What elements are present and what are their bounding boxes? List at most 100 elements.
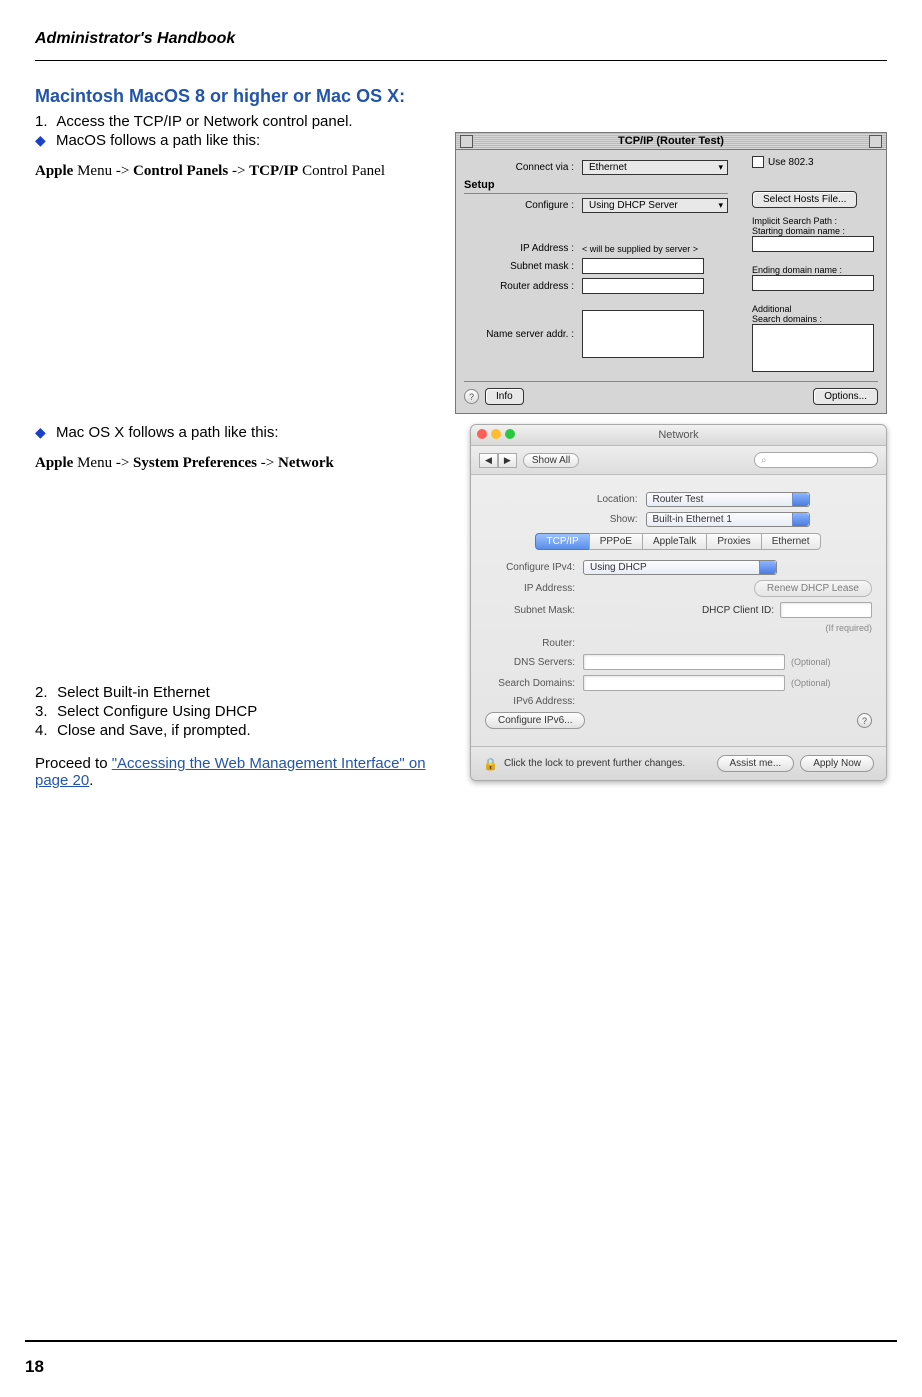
osx-required-note: (If required) (825, 623, 872, 633)
header-rule (35, 60, 887, 61)
macos-path-tcpip: TCP/IP (249, 163, 298, 179)
tab-ethernet[interactable]: Ethernet (761, 533, 821, 550)
mac9-searchdomains-input[interactable] (752, 324, 874, 372)
mac9-router-input[interactable] (582, 278, 704, 294)
osx-path-apple: Apple (35, 455, 73, 471)
mac9-starting-label: Starting domain name : (752, 226, 878, 236)
lock-icon[interactable]: 🔒 (483, 757, 498, 771)
mac9-starting-input[interactable] (752, 236, 874, 252)
mac9-window: TCP/IP (Router Test) Connect via : Ether… (455, 132, 887, 414)
osx-path: Apple Menu -> System Preferences -> Netw… (35, 455, 456, 472)
mac9-use-8023-label: Use 802.3 (768, 157, 814, 168)
osx-apply-button[interactable]: Apply Now (800, 755, 874, 772)
osx-titlebar[interactable]: Network (471, 425, 886, 446)
osx-ipv6-label: IPv6 Address: (485, 696, 583, 707)
back-icon[interactable]: ◀ (479, 453, 498, 468)
tab-pppoe[interactable]: PPPoE (589, 533, 643, 550)
osx-search-input[interactable] (583, 675, 785, 691)
step-1-num: 1. (35, 113, 53, 130)
mac9-close-icon[interactable] (460, 135, 473, 148)
osx-search-field[interactable]: ⌕ (754, 452, 878, 468)
macos-bullet-text: MacOS follows a path like this: (56, 132, 260, 149)
mac9-select-hosts-button[interactable]: Select Hosts File... (752, 191, 857, 208)
osx-assist-button[interactable]: Assist me... (717, 755, 795, 772)
mac9-connect-via-select[interactable]: Ethernet (582, 160, 728, 175)
osx-dns-input[interactable] (583, 654, 785, 670)
mac9-ending-input[interactable] (752, 275, 874, 291)
mac9-subnet-input[interactable] (582, 258, 704, 274)
proceed-post: . (89, 772, 93, 789)
mac9-connect-via-label: Connect via : (464, 162, 582, 173)
osx-search-optional: (Optional) (791, 678, 831, 688)
minimize-icon[interactable] (491, 429, 501, 439)
osx-clientid-input[interactable] (780, 602, 872, 618)
osx-clientid-label: DHCP Client ID: (702, 605, 774, 616)
osx-location-popup[interactable]: Router Test (646, 492, 810, 507)
macos-path-sep1: Menu -> (73, 163, 133, 179)
mac9-use-8023-checkbox[interactable]: Use 802.3 (752, 156, 814, 168)
macos-path: Apple Menu -> Control Panels -> TCP/IP C… (35, 163, 441, 180)
mac9-additional-label: Additional (752, 304, 878, 314)
osx-dns-label: DNS Servers: (485, 657, 583, 668)
osx-bullet-text: Mac OS X follows a path like this: (56, 424, 279, 441)
osx-path-sep2: -> (257, 455, 278, 471)
osx-path-sp: System Preferences (133, 455, 257, 471)
osx-ip-label: IP Address: (485, 583, 583, 594)
step-1: 1. Access the TCP/IP or Network control … (35, 113, 887, 130)
osx-tab-bar: TCP/IP PPPoE AppleTalk Proxies Ethernet (485, 533, 872, 550)
mac9-ip-label: IP Address : (464, 243, 582, 254)
proceed-paragraph: Proceed to "Accessing the Web Management… (35, 755, 456, 789)
osx-search-label: Search Domains: (485, 678, 583, 689)
step-2: 2. Select Built-in Ethernet (35, 684, 456, 701)
mac9-zoom-icon[interactable] (869, 135, 882, 148)
osx-configure-ipv6-button[interactable]: Configure IPv6... (485, 712, 585, 729)
proceed-pre: Proceed to (35, 755, 112, 772)
macos-path-apple: Apple (35, 163, 73, 179)
osx-show-label: Show: (548, 514, 646, 525)
tab-proxies[interactable]: Proxies (706, 533, 761, 550)
search-icon: ⌕ (761, 455, 767, 466)
osx-help-icon[interactable]: ? (857, 713, 872, 728)
osx-show-popup[interactable]: Built-in Ethernet 1 (646, 512, 810, 527)
section-heading: Macintosh MacOS 8 or higher or Mac OS X: (35, 86, 887, 107)
mac9-ending-label: Ending domain name : (752, 265, 878, 275)
osx-subnet-label: Subnet Mask: (485, 605, 583, 616)
mac9-configure-label: Configure : (464, 200, 582, 211)
forward-icon[interactable]: ▶ (498, 453, 517, 468)
osx-traffic-lights[interactable] (477, 429, 515, 439)
page-number: 18 (25, 1357, 44, 1377)
tab-appletalk[interactable]: AppleTalk (642, 533, 707, 550)
osx-cfg4-label: Configure IPv4: (485, 562, 583, 573)
mac9-info-button[interactable]: Info (485, 388, 524, 405)
step-3-text: Select Configure Using DHCP (57, 703, 257, 720)
mac9-options-button[interactable]: Options... (813, 388, 878, 405)
osx-location-label: Location: (548, 494, 646, 505)
step-3-num: 3. (35, 703, 53, 720)
osx-cfg4-popup[interactable]: Using DHCP (583, 560, 777, 575)
mac9-implicit-label: Implicit Search Path : (752, 216, 878, 226)
mac9-configure-select[interactable]: Using DHCP Server (582, 198, 728, 213)
mac9-ip-value: < will be supplied by server > (582, 244, 698, 254)
mac9-help-icon[interactable]: ? (464, 389, 479, 404)
tab-tcpip[interactable]: TCP/IP (535, 533, 589, 550)
osx-renew-lease-button[interactable]: Renew DHCP Lease (754, 580, 872, 597)
close-icon[interactable] (477, 429, 487, 439)
step-4-num: 4. (35, 722, 53, 739)
mac9-titlebar[interactable]: TCP/IP (Router Test) (456, 133, 886, 150)
mac9-subnet-label: Subnet mask : (464, 261, 582, 272)
step-3: 3. Select Configure Using DHCP (35, 703, 456, 720)
osx-show-all-button[interactable]: Show All (523, 453, 579, 468)
step-1-text: Access the TCP/IP or Network control pan… (56, 113, 352, 130)
osx-bullet-line: ◆ Mac OS X follows a path like this: (35, 424, 456, 441)
diamond-icon: ◆ (35, 424, 46, 440)
running-header: Administrator's Handbook (35, 30, 887, 48)
mac9-ns-input[interactable] (582, 310, 704, 358)
macos-path-cp: Control Panels (133, 163, 228, 179)
osx-path-network: Network (278, 455, 334, 471)
mac9-router-label: Router address : (464, 281, 582, 292)
macos-path-tail: Control Panel (298, 163, 385, 179)
macos-bullet-line: ◆ MacOS follows a path like this: (35, 132, 441, 149)
zoom-icon[interactable] (505, 429, 515, 439)
osx-nav-buttons[interactable]: ◀ ▶ (479, 453, 517, 468)
macos-path-sep2: -> (228, 163, 249, 179)
